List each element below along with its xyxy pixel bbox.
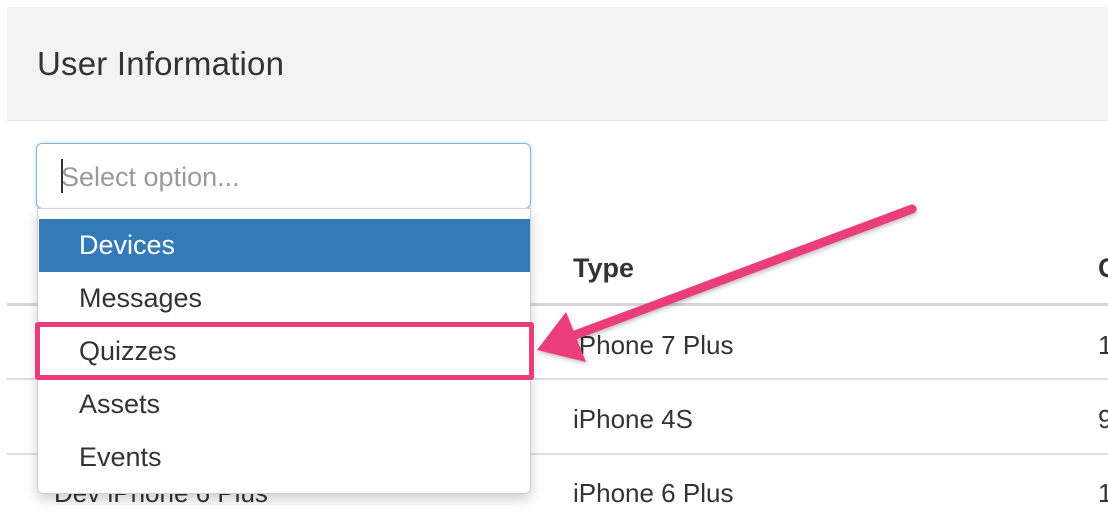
table-cell-third: 9: [1098, 404, 1108, 434]
option-devices[interactable]: Devices: [39, 219, 530, 272]
table-cell-third: 1: [1098, 478, 1108, 508]
option-messages[interactable]: Messages: [39, 272, 530, 325]
column-header-type[interactable]: Type: [573, 253, 634, 284]
table-cell-type: iPhone 4S: [573, 404, 693, 434]
panel-title: User Information: [37, 45, 285, 82]
option-assets[interactable]: Assets: [39, 378, 530, 431]
page: User Information Type C iPhone 7 Plus 1 …: [0, 0, 1108, 524]
table-cell-type: iPhone 7 Plus: [573, 330, 734, 360]
column-header-third[interactable]: C: [1098, 253, 1108, 284]
select-option-dropdown[interactable]: [36, 143, 531, 209]
option-events[interactable]: Events: [39, 431, 530, 484]
annotation-highlight-box: [35, 322, 534, 380]
text-cursor: [61, 159, 63, 193]
table-cell-type: iPhone 6 Plus: [573, 478, 734, 508]
panel-header: User Information: [7, 7, 1108, 121]
table-cell-third: 1: [1098, 330, 1108, 360]
select-search-input[interactable]: [61, 160, 501, 194]
